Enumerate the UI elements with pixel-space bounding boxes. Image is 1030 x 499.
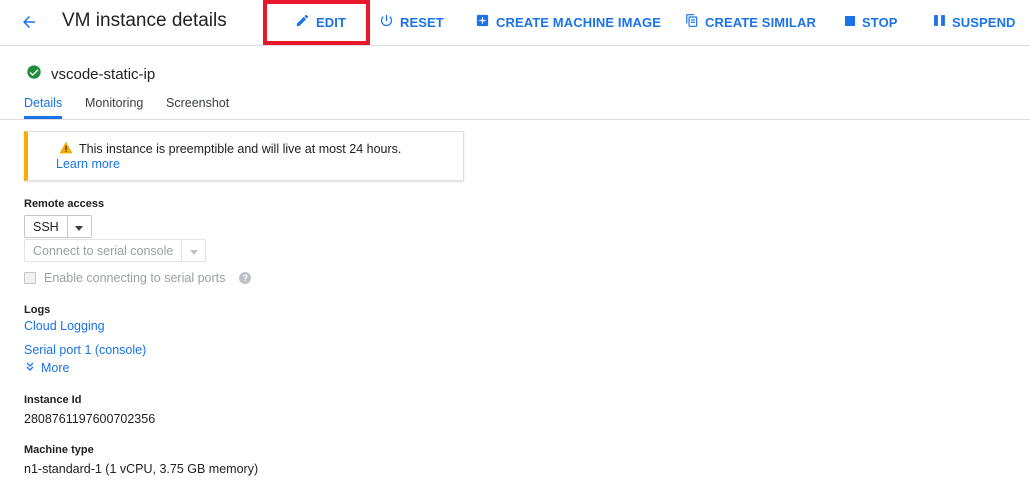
ssh-dropdown-toggle[interactable] [66, 216, 91, 237]
tab-monitoring[interactable]: Monitoring [85, 96, 143, 110]
serial-console-button[interactable]: Connect to serial console [25, 240, 181, 261]
create-similar-label: CREATE SIMILAR [705, 14, 816, 30]
reset-button[interactable]: RESET [379, 12, 444, 32]
create-machine-image-button[interactable]: CREATE MACHINE IMAGE [475, 12, 661, 32]
notice-text: This instance is preemptible and will li… [79, 142, 402, 156]
stop-label: STOP [862, 14, 898, 30]
serial-port-link[interactable]: Serial port 1 (console) [24, 343, 146, 357]
notice-line: This instance is preemptible and will li… [59, 141, 401, 157]
help-icon[interactable]: ? [239, 272, 252, 284]
create-similar-button[interactable]: CREATE SIMILAR [685, 12, 816, 32]
copy-icon [685, 13, 699, 31]
add-box-icon [475, 13, 490, 31]
double-chevron-down-icon [25, 361, 35, 375]
ssh-split-button: SSH [24, 215, 92, 238]
back-arrow-icon[interactable] [18, 11, 40, 33]
machine-type-value: n1-standard-1 (1 vCPU, 3.75 GB memory) [24, 462, 259, 476]
enable-serial-row: Enable connecting to serial ports ? [24, 271, 252, 285]
caret-down-icon [189, 242, 198, 260]
cloud-logging-link[interactable]: Cloud Logging [24, 319, 105, 333]
instance-id-label: Instance Id [24, 394, 82, 406]
instance-id-value: 2808761197600702356 [24, 412, 156, 426]
edit-highlight-box [263, 0, 370, 45]
serial-console-dropdown-toggle[interactable] [181, 240, 205, 261]
tab-screenshot[interactable]: Screenshot [166, 96, 229, 110]
preemptible-notice: This instance is preemptible and will li… [24, 131, 464, 181]
remote-access-label: Remote access [24, 198, 105, 210]
create-machine-image-label: CREATE MACHINE IMAGE [496, 14, 661, 30]
more-toggle[interactable]: More [25, 361, 69, 375]
enable-serial-checkbox[interactable] [24, 272, 36, 284]
page-header: VM instance details EDIT RESET CREATE MA… [0, 0, 1030, 46]
stop-icon [844, 15, 856, 30]
learn-more-link[interactable]: Learn more [56, 157, 120, 171]
pause-icon [933, 14, 946, 30]
check-circle-icon [26, 64, 42, 84]
suspend-button[interactable]: SUSPEND [933, 12, 1016, 32]
machine-type-label: Machine type [24, 444, 94, 456]
tab-bar: Details Monitoring Screenshot [0, 93, 1030, 120]
instance-name: vscode-static-ip [51, 65, 156, 83]
logs-label: Logs [24, 304, 51, 316]
suspend-label: SUSPEND [952, 14, 1016, 30]
serial-console-split-button: Connect to serial console [24, 239, 207, 262]
ssh-button[interactable]: SSH [25, 216, 67, 237]
page-title: VM instance details [62, 10, 227, 31]
stop-button[interactable]: STOP [844, 12, 898, 32]
reset-label: RESET [400, 14, 444, 30]
caret-down-icon [75, 218, 84, 236]
power-icon [379, 13, 394, 31]
more-label: More [41, 361, 70, 375]
enable-serial-label: Enable connecting to serial ports [44, 271, 226, 285]
tab-details[interactable]: Details [24, 96, 63, 119]
instance-name-row: vscode-static-ip [26, 64, 155, 84]
warning-icon [59, 141, 73, 157]
